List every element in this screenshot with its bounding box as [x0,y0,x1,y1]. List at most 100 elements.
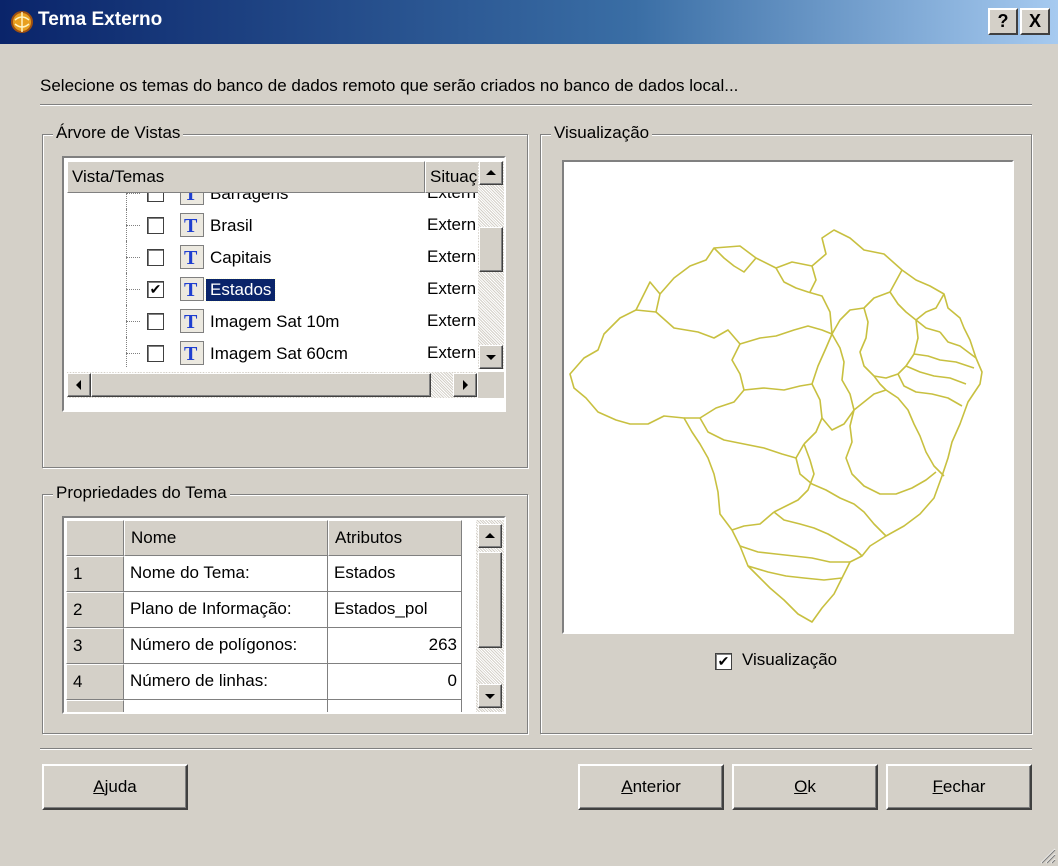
arrow-right-icon [463,380,468,390]
help-title-button[interactable]: ? [988,8,1018,35]
theme-label[interactable]: Estados [204,278,277,302]
bottom-separator [40,748,1032,750]
tree-vertical-scrollbar[interactable] [478,161,504,369]
resize-grip-icon[interactable] [1038,846,1056,864]
tree-connector [126,193,140,194]
tree-connector [126,289,140,290]
state-border [809,265,817,293]
tree-group-legend: Árvore de Vistas [53,123,184,143]
theme-checkbox[interactable] [147,249,164,266]
theme-label[interactable]: Barragens [206,193,292,205]
grid-corner [66,520,124,556]
scroll-up-button[interactable] [479,161,503,185]
property-value[interactable]: Estados [328,556,462,592]
grid-row-partial [328,700,462,712]
previous-button-mnemonic: A [621,777,633,796]
tree-connector [126,257,140,258]
row-index: 2 [66,592,124,628]
scroll-left-button[interactable] [67,373,91,397]
map-preview[interactable] [562,160,1014,634]
tree-row[interactable]: T Imagem Sat 10m Extern [67,305,477,337]
help-button-mnemonic: A [93,777,105,796]
tree-horizontal-scrollbar[interactable] [67,372,477,398]
theme-icon: T [180,277,204,301]
theme-label[interactable]: Brasil [206,215,257,237]
state-border [635,281,661,311]
tree-row[interactable]: T Brasil Extern [67,209,477,241]
close-title-button[interactable]: X [1020,8,1050,35]
state-border [775,267,833,385]
close-button[interactable]: Fechar [886,764,1032,810]
theme-checkbox[interactable] [147,193,164,202]
grid-header-nome[interactable]: Nome [124,520,328,556]
properties-grid[interactable]: Nome Atributos 1 Nome do Tema: Estados 2 Pla… [62,516,506,714]
state-border [905,365,967,385]
state-border [845,409,937,495]
grid-vertical-scrollbar[interactable] [476,520,504,712]
preview-checkbox[interactable]: ✔ [715,653,732,670]
checkmark-icon: ✔ [149,281,162,297]
tree-body: TBarragensExternTBrasilExternTCapitaisEx… [67,193,477,367]
scroll-thumb[interactable] [479,227,503,272]
property-value[interactable]: Estados_pol [328,592,462,628]
col-header-vista-temas[interactable]: Vista/Temas [67,161,425,193]
preview-group-legend: Visualização [551,123,653,143]
arrow-left-icon [76,380,81,390]
property-name[interactable]: Nome do Tema: [124,556,328,592]
state-border [731,511,775,531]
col-header-situacao[interactable]: Situaç [425,161,481,193]
theme-checkbox[interactable] [147,217,164,234]
ok-button-mnemonic: O [794,777,808,796]
property-value[interactable]: 263 [328,628,462,664]
tree-view[interactable]: Vista/Temas Situaç TBarragensExternTBras… [62,156,506,412]
grid-scroll-thumb[interactable] [478,552,502,648]
property-name[interactable]: Número de linhas: [124,664,328,700]
property-value[interactable]: 0 [328,664,462,700]
tree-row[interactable]: T Imagem Sat 60cm Extern [67,337,477,367]
preview-checkbox-label[interactable]: Visualização [742,650,837,670]
previous-button[interactable]: Anterior [578,764,724,810]
scroll-thumb-horizontal[interactable] [91,373,431,397]
state-border [821,333,855,431]
arrow-down-icon [485,694,495,699]
row-index: 4 [66,664,124,700]
instruction-text: Selecione os temas do banco de dados rem… [40,76,739,95]
theme-checkbox[interactable] [147,345,164,362]
state-border [913,353,975,369]
state-border [655,311,745,419]
theme-label[interactable]: Imagem Sat 10m [206,311,343,333]
tree-row[interactable]: ✔ T Estados Extern [67,273,477,305]
theme-status: Extern [427,247,477,266]
theme-icon: T [180,245,204,269]
state-border [889,291,941,333]
theme-icon: T [180,193,204,205]
help-button[interactable]: Ajuda [42,764,188,810]
ok-button[interactable]: Ok [732,764,878,810]
tree-row[interactable]: T Capitais Extern [67,241,477,273]
scroll-right-button[interactable] [453,373,477,397]
tree-connector [126,225,140,226]
theme-label[interactable]: Imagem Sat 60cm [206,343,352,365]
arrow-down-icon [486,355,496,360]
state-border [773,511,863,557]
close-button-mnemonic: F [932,777,943,796]
grid-scroll-up-button[interactable] [478,524,502,548]
grid-scroll-down-button[interactable] [478,684,502,708]
theme-checkbox[interactable] [147,313,164,330]
theme-checkbox[interactable]: ✔ [147,281,164,298]
grid-header-atributos[interactable]: Atributos [328,520,462,556]
tree-row[interactable]: TBarragens Extern [67,193,477,209]
top-separator [40,104,1032,106]
scroll-down-button[interactable] [479,345,503,369]
theme-label[interactable]: Capitais [206,247,275,269]
grid-body: Nome Atributos 1 Nome do Tema: Estados 2 Pla… [66,520,462,712]
property-name[interactable]: Plano de Informação: [124,592,328,628]
title-bar[interactable]: Tema Externo ? X [0,0,1058,44]
state-border [699,417,805,459]
grid-row-partial [66,700,124,712]
checkmark-icon: ✔ [717,653,730,669]
tree-connector [126,353,140,354]
theme-icon: T [180,309,204,333]
property-name[interactable]: Número de polígonos: [124,628,328,664]
tree-connector [126,193,127,209]
